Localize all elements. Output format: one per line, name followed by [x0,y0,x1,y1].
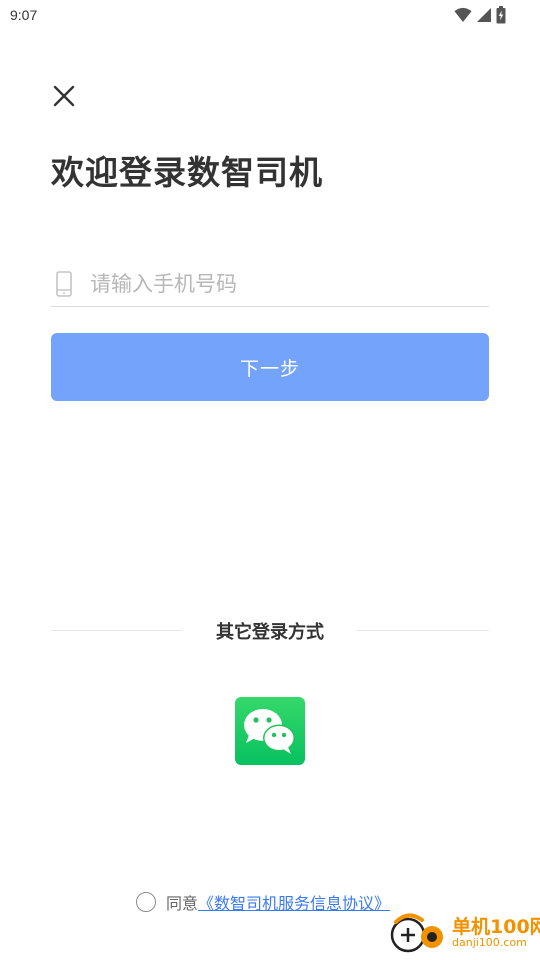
agreement-prefix: 同意 [166,894,199,913]
wechat-login-button[interactable] [235,697,305,765]
status-time: 9:07 [10,7,38,23]
other-login-divider: 其它登录方式 [51,618,489,644]
other-login-heading: 其它登录方式 [216,622,324,643]
next-step-button[interactable]: 下一步 [51,333,489,401]
watermark-url: danji100.com [452,936,527,949]
watermark-name: 单机100网 [452,916,540,938]
phone-field [51,262,489,307]
divider-line-right [357,630,489,631]
wechat-icon [244,709,295,754]
status-icons [454,6,506,24]
close-button[interactable] [50,82,78,110]
cellular-signal-icon [477,8,491,22]
agreement-row: 同意 《数智司机服务信息协议》 [136,890,390,914]
page-title: 欢迎登录数智司机 [51,153,323,192]
wifi-icon [454,7,472,22]
watermark: 单机100网 danji100.com [388,910,540,956]
agreement-link[interactable]: 《数智司机服务信息协议》 [198,890,390,914]
agreement-checkbox[interactable] [136,892,156,912]
close-icon [53,85,75,107]
status-bar: 9:07 [0,0,540,32]
phone-input[interactable] [90,264,489,304]
battery-charging-icon [496,6,506,24]
mobile-phone-icon [55,270,81,298]
watermark-logo-icon [390,913,443,953]
